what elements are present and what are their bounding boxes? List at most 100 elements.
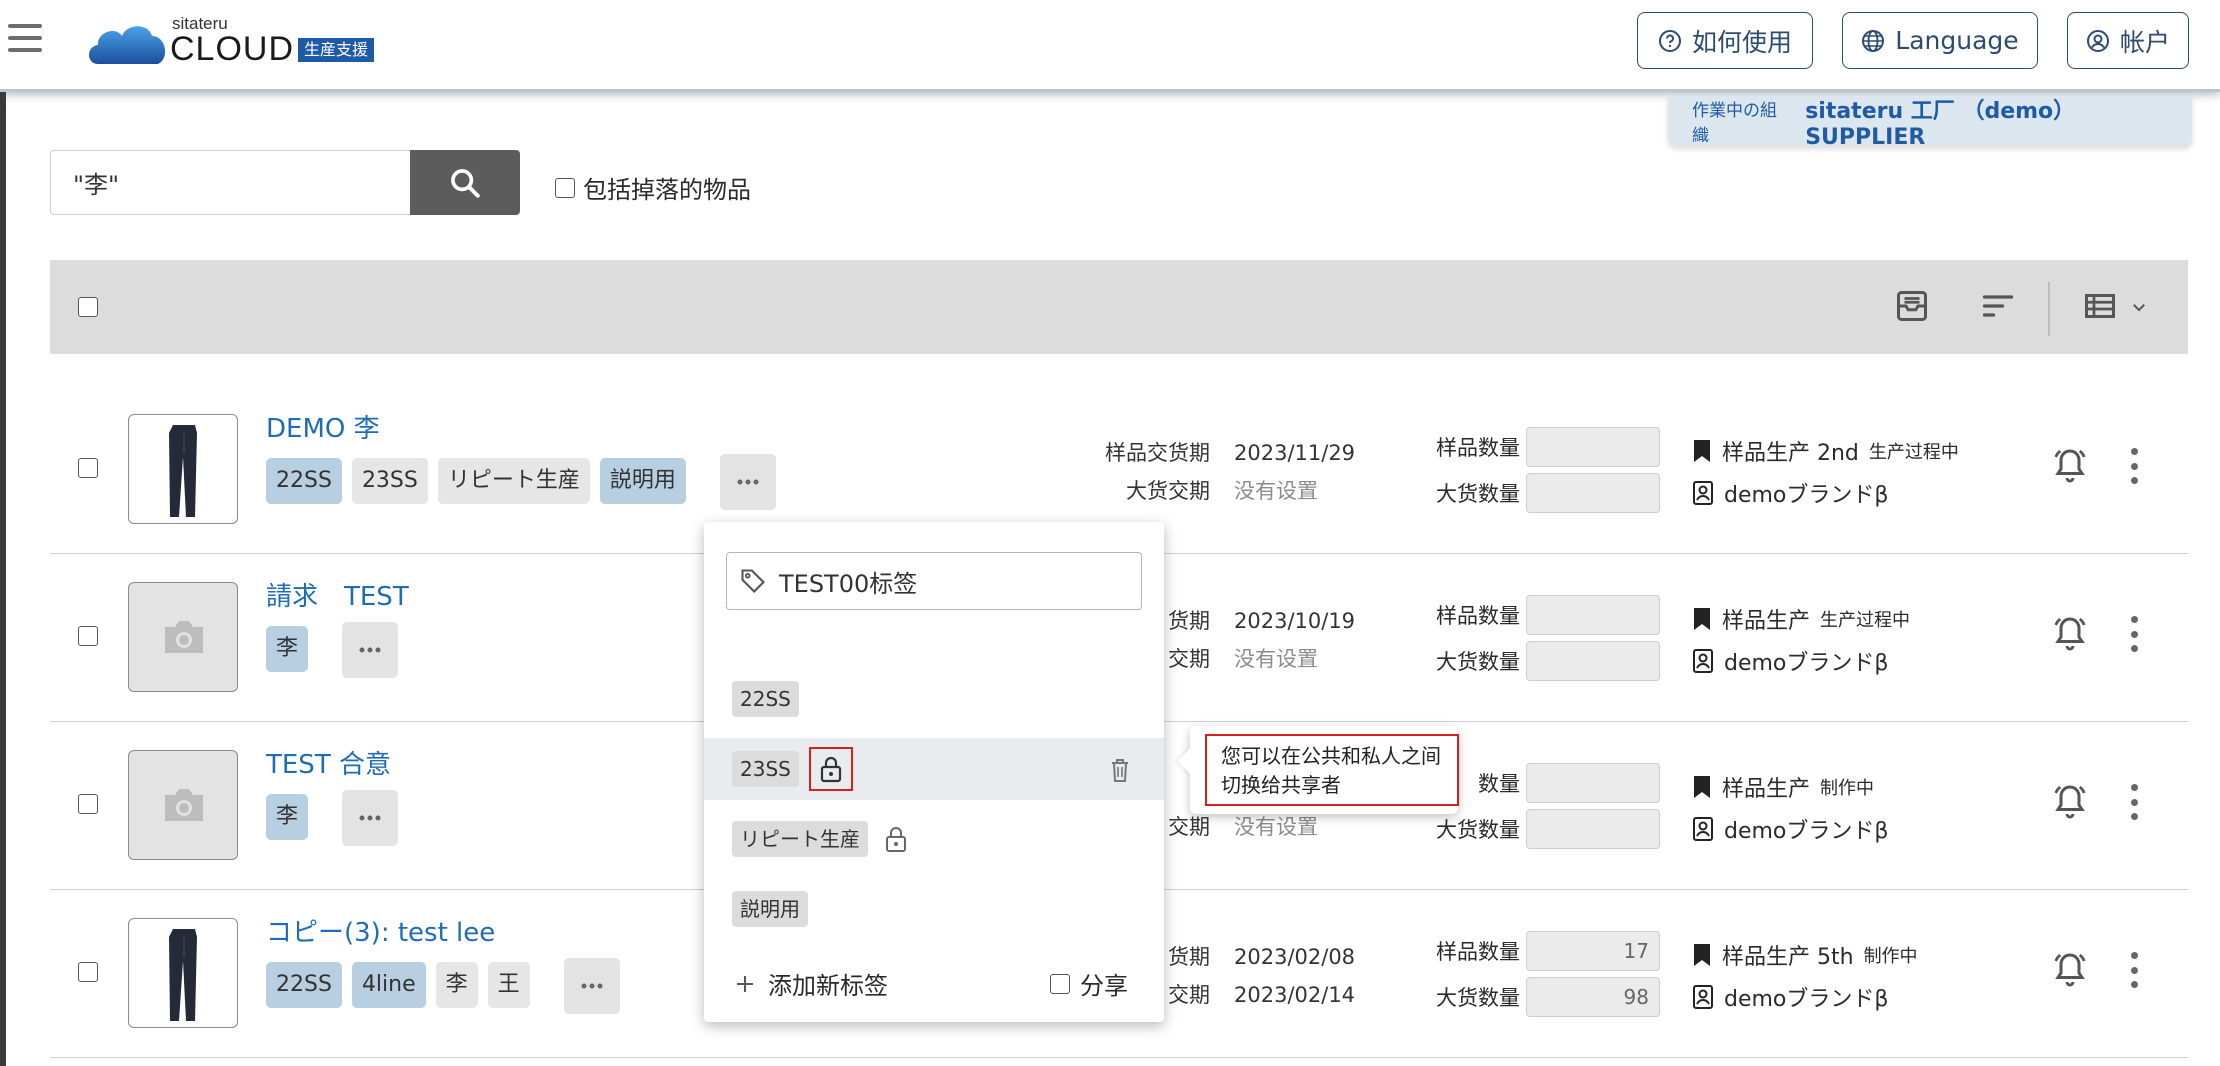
share-option[interactable]: 分享 xyxy=(1050,966,1128,1001)
tag-more-button[interactable] xyxy=(719,454,776,510)
search-icon xyxy=(451,168,480,198)
camera-placeholder-icon xyxy=(165,621,203,653)
row-checkbox[interactable] xyxy=(78,626,98,646)
quantities: 样品数量 大货数量 xyxy=(1428,424,1660,516)
tag[interactable]: 説明用 xyxy=(599,458,686,504)
row-menu-icon[interactable] xyxy=(2128,952,2140,988)
tag[interactable]: 李 xyxy=(435,962,478,1008)
bulk-qty-value: 98 xyxy=(1526,977,1660,1017)
phase-label: 样品生产 2nd xyxy=(1722,441,1859,466)
product-thumbnail[interactable] xyxy=(128,750,238,860)
tag-more-button[interactable] xyxy=(342,622,399,678)
bulk-date-value: 2023/02/14 xyxy=(1234,983,1356,1007)
bell-icon[interactable] xyxy=(2052,950,2088,990)
tag[interactable]: 李 xyxy=(266,626,309,672)
tag-icon xyxy=(741,569,765,593)
row-checkbox[interactable] xyxy=(78,962,98,982)
phase-label: 样品生产 5th xyxy=(1722,945,1854,970)
top-bar: sitateru CLOUD 生産支援 如何使用 Language 帐户 xyxy=(0,0,2220,92)
phase-status: 制作中 xyxy=(1863,946,1918,967)
item-title[interactable]: TEST 合意 xyxy=(266,744,391,781)
row-checkbox[interactable] xyxy=(78,794,98,814)
org-label: 作業中の組織 xyxy=(1692,101,1777,146)
product-thumbnail[interactable] xyxy=(128,414,238,524)
bell-icon[interactable] xyxy=(2052,614,2088,654)
popup-tag[interactable]: 説明用 xyxy=(732,891,808,927)
sample-qty-value xyxy=(1526,427,1660,467)
new-tag-input[interactable]: TEST00标签 xyxy=(726,552,1142,610)
tag[interactable]: 22SS xyxy=(266,962,342,1008)
popup-tag-item[interactable]: 説明用 xyxy=(704,878,1164,940)
share-checkbox[interactable] xyxy=(1050,973,1070,994)
tag[interactable]: 4line xyxy=(351,962,426,1008)
more-horizontal-icon xyxy=(737,479,759,485)
tag[interactable]: 22SS xyxy=(266,458,342,504)
popup-tag-item[interactable]: 22SS xyxy=(704,668,1164,730)
include-dropped-label: 包括掉落的物品 xyxy=(583,176,751,204)
item-title[interactable]: DEMO 李 xyxy=(266,408,380,445)
tag-more-button[interactable] xyxy=(342,790,399,846)
brand-badge-icon xyxy=(1693,985,1713,1009)
tooltip-text: 您可以在公共和私人之间切换给共享者 xyxy=(1205,734,1459,806)
item-title[interactable]: 請求 TEST xyxy=(266,576,409,613)
tag[interactable]: 王 xyxy=(487,962,530,1008)
lock-tooltip: 您可以在公共和私人之间切换给共享者 xyxy=(1177,726,1459,814)
language-button[interactable]: Language xyxy=(1842,12,2038,69)
product-thumbnail[interactable] xyxy=(128,582,238,692)
inbox-archive-icon[interactable] xyxy=(1894,288,1930,324)
row-menu-icon[interactable] xyxy=(2128,784,2140,820)
tag[interactable]: リピート生産 xyxy=(437,458,590,504)
phase-status: 制作中 xyxy=(1820,778,1875,799)
popup-tag[interactable]: 23SS xyxy=(732,751,799,787)
tag[interactable]: 23SS xyxy=(351,458,428,504)
share-label: 分享 xyxy=(1080,972,1128,1000)
bell-icon[interactable] xyxy=(2052,782,2088,822)
lock-icon[interactable] xyxy=(884,825,908,853)
popup-tag-item[interactable]: 23SS xyxy=(704,738,1164,800)
plus-icon xyxy=(737,975,753,992)
brand-badge-icon xyxy=(1693,481,1713,505)
help-button[interactable]: 如何使用 xyxy=(1637,12,1813,69)
delivery-dates: 样品交货期 2023/11/29 大货交期 没有设置 xyxy=(1050,434,1355,510)
row-checkbox[interactable] xyxy=(78,458,98,478)
include-dropped-option[interactable]: 包括掉落的物品 xyxy=(555,170,751,205)
brand-name: demoブランドβ xyxy=(1724,987,1889,1012)
account-button[interactable]: 帐户 xyxy=(2067,12,2189,69)
globe-icon xyxy=(1862,29,1885,52)
working-organization: 作業中の組織 sitateru 工厂 （demo） SUPPLIER xyxy=(1668,96,2192,150)
chevron-down-icon[interactable] xyxy=(2130,298,2148,316)
privacy-lock-toggle[interactable] xyxy=(808,747,853,791)
production-status: 样品生产 2nd 生产过程中 demoブランドβ xyxy=(1692,430,1959,514)
sort-icon[interactable] xyxy=(1980,288,2016,324)
logo[interactable]: sitateru CLOUD 生産支援 xyxy=(88,12,388,72)
logo-badge: 生産支援 xyxy=(298,38,375,62)
popup-tag-item[interactable]: リピート生産 xyxy=(704,808,1164,870)
select-all-checkbox[interactable] xyxy=(78,297,98,317)
search-button[interactable] xyxy=(410,150,520,215)
bell-icon[interactable] xyxy=(2052,446,2088,486)
new-tag-input-value: TEST00标签 xyxy=(779,569,918,598)
more-horizontal-icon xyxy=(581,983,603,989)
popup-tag[interactable]: リピート生産 xyxy=(732,821,868,857)
brand-badge-icon xyxy=(1693,649,1713,673)
list-view-icon[interactable] xyxy=(2082,288,2118,324)
tag-popup: TEST00标签 22SS 23SS リピート生産 説明用 添加新标签 分享 xyxy=(704,522,1164,1022)
search-input[interactable] xyxy=(50,150,410,215)
tag-more-button[interactable] xyxy=(563,958,620,1014)
bookmark-icon xyxy=(1694,944,1710,966)
menu-hamburger-icon[interactable] xyxy=(8,24,42,52)
tag[interactable]: 李 xyxy=(266,794,309,840)
tag-list: 李 xyxy=(266,622,399,678)
row-menu-icon[interactable] xyxy=(2128,616,2140,652)
add-new-tag-button[interactable]: 添加新标签 xyxy=(734,966,888,1001)
item-title[interactable]: コピー(3): test lee xyxy=(266,912,495,949)
trash-icon[interactable] xyxy=(1108,756,1132,784)
sample-date-value: 2023/02/08 xyxy=(1234,945,1356,969)
sample-qty-label: 样品数量 xyxy=(1436,604,1520,628)
sample-qty-label: 样品数量 xyxy=(1436,940,1520,964)
include-dropped-checkbox[interactable] xyxy=(555,177,575,198)
phase-label: 样品生产 xyxy=(1722,609,1811,634)
row-menu-icon[interactable] xyxy=(2128,448,2140,484)
popup-tag[interactable]: 22SS xyxy=(732,681,799,717)
product-thumbnail[interactable] xyxy=(128,918,238,1028)
